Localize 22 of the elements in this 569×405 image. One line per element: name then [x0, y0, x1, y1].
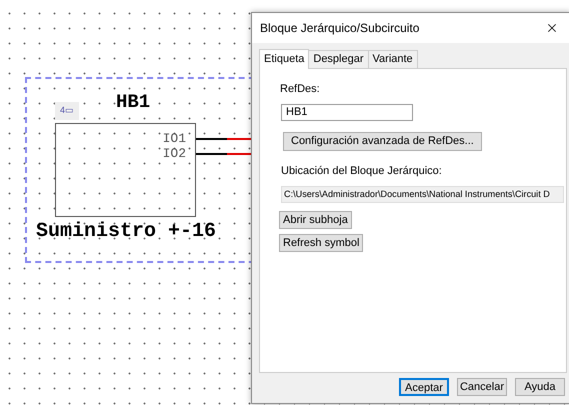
dialog-button[interactable]: Cancelar [457, 378, 507, 396]
block-label: Suministro +-16 [36, 222, 216, 242]
tab[interactable]: Etiqueta [259, 49, 310, 69]
tab[interactable]: Desplegar [309, 50, 369, 68]
dialog-button[interactable]: Ayuda [515, 378, 565, 396]
wire [196, 138, 252, 140]
close-icon[interactable] [545, 21, 559, 35]
location-field[interactable]: C:\Users\Administrador\Documents\National Instruments\Circuit D [281, 186, 564, 203]
sheet-button[interactable]: Refresh symbol [279, 234, 364, 252]
pin-label: IO2 [162, 146, 186, 161]
block-badge: 4▭ [55, 102, 79, 120]
block-refdes: HB1 [116, 93, 150, 112]
tab[interactable]: Variante [368, 50, 418, 68]
refdes-field[interactable]: HB1 [281, 104, 413, 120]
dialog-button[interactable]: Aceptar [399, 378, 449, 396]
location-label: Ubicación del Bloque Jerárquico: [281, 164, 442, 178]
dialog-title: Bloque Jerárquico/Subcircuito [260, 20, 420, 37]
advanced-refdes-button[interactable]: Configuración avanzada de RefDes... [283, 132, 482, 150]
wire [196, 153, 252, 155]
refdes-label: RefDes: [280, 82, 320, 97]
pin-label: IO1 [162, 131, 186, 146]
sheet-button[interactable]: Abrir subhoja [279, 211, 352, 229]
